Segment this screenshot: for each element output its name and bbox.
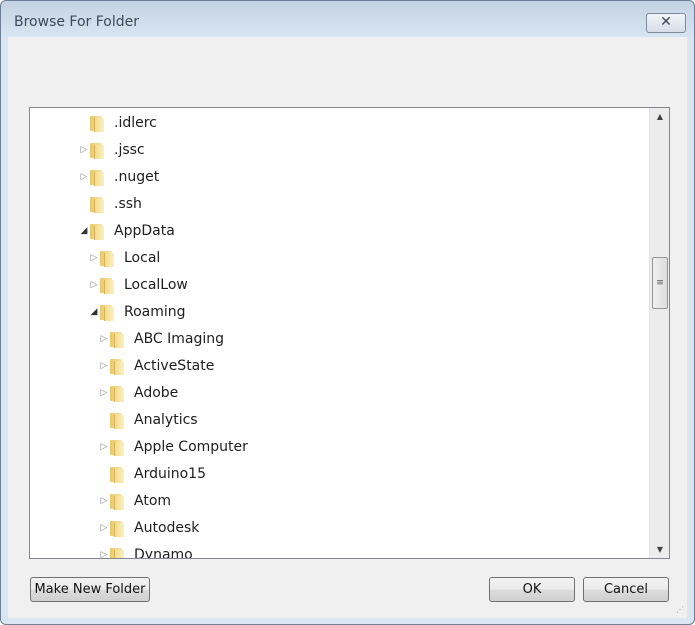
folder-icon [100,250,114,267]
folder-icon [110,331,124,348]
tree-item[interactable]: ▷ ActiveState [99,355,214,377]
expanded-arrow-icon[interactable]: ◢ [79,226,89,236]
resize-grip-icon[interactable]: ⋰ [676,605,684,614]
collapsed-arrow-icon[interactable]: ▷ [89,280,99,290]
make-new-folder-button[interactable]: Make New Folder [30,577,150,602]
tree-item[interactable]: ▷ .jssc [79,139,145,161]
tree-item-label: Local [124,250,161,266]
scroll-down-arrow-icon[interactable]: ▼ [650,541,669,558]
tree-item[interactable]: ▷ Adobe [99,382,178,404]
folder-icon [110,493,124,510]
folder-icon [110,412,124,429]
ok-button[interactable]: OK [489,577,575,602]
folder-tree[interactable]: ▷ Dynamo ▷ Autodesk ▷ Atom Arduino15 ▷ Apple Com… [29,107,670,559]
tree-item[interactable]: .ssh [79,193,142,215]
folder-icon [110,520,124,537]
collapsed-arrow-icon[interactable]: ▷ [89,253,99,263]
collapsed-arrow-icon[interactable]: ▷ [99,361,109,371]
expanded-arrow-icon[interactable]: ◢ [89,307,99,317]
tree-item[interactable]: ◢ Roaming [89,301,186,323]
tree-item-label: Roaming [124,304,186,320]
tree-item[interactable]: Arduino15 [99,463,206,485]
collapsed-arrow-icon[interactable]: ▷ [79,145,89,155]
folder-icon [110,358,124,375]
tree-item-label: .ssh [114,196,142,212]
folder-icon [110,439,124,456]
tree-item[interactable]: ▷ Dynamo [99,544,193,559]
folder-icon [90,115,104,132]
tree-item[interactable]: ▷ ABC Imaging [99,328,224,350]
tree-item[interactable]: ▷ Autodesk [99,517,199,539]
tree-item-label: Autodesk [134,520,200,536]
folder-icon [100,304,114,321]
tree-item-label: AppData [114,223,175,239]
scroll-up-arrow-icon[interactable]: ▲ [650,108,669,125]
tree-item[interactable]: Analytics [99,409,198,431]
tree-item[interactable]: ▷ LocalLow [89,274,188,296]
dialog-title: Browse For Folder [14,14,140,30]
tree-item-label: Atom [134,493,172,509]
tree-item-label: ActiveState [134,358,215,374]
folder-icon [100,277,114,294]
tree-item[interactable]: ◢ AppData [79,220,175,242]
scrollbar-thumb[interactable]: ≡ [652,257,668,309]
tree-item-label: .nuget [114,169,160,185]
tree-item-label: Arduino15 [134,466,206,482]
tree-item[interactable]: ▷ Apple Computer [99,436,248,458]
folder-icon [90,223,104,240]
collapsed-arrow-icon[interactable]: ▷ [99,388,109,398]
tree-item-label: Adobe [134,385,179,401]
tree-item[interactable]: ▷ Local [89,247,160,269]
collapsed-arrow-icon[interactable]: ▷ [99,496,109,506]
folder-icon [90,169,104,186]
folder-icon [110,466,124,483]
browse-for-folder-dialog: Browse For Folder ✕ ▷ Dynamo ▷ Autodesk ▷ Ato… [0,0,695,625]
tree-item-label: .jssc [114,142,145,158]
tree-item-label: Apple Computer [134,439,248,455]
tree-item-label: Analytics [134,412,198,428]
tree-item[interactable]: ▷ .nuget [79,166,159,188]
collapsed-arrow-icon[interactable]: ▷ [99,550,109,558]
cancel-button[interactable]: Cancel [583,577,669,602]
folder-icon [90,196,104,213]
collapsed-arrow-icon[interactable]: ▷ [79,172,89,182]
vertical-scrollbar[interactable]: ▲ ≡ ▼ [649,108,669,558]
folder-icon [110,385,124,402]
close-button[interactable]: ✕ [646,13,686,33]
tree-item-label: LocalLow [124,277,188,293]
folder-icon [90,142,104,159]
collapsed-arrow-icon[interactable]: ▷ [99,442,109,452]
collapsed-arrow-icon[interactable]: ▷ [99,334,109,344]
folder-icon [110,547,124,558]
collapsed-arrow-icon[interactable]: ▷ [99,523,109,533]
tree-item-label: .idlerc [114,115,157,131]
tree-item[interactable]: .idlerc [79,112,157,134]
tree-item-label: Dynamo [134,547,193,559]
tree-item[interactable]: ▷ Atom [99,490,171,512]
tree-item-label: ABC Imaging [134,331,225,347]
